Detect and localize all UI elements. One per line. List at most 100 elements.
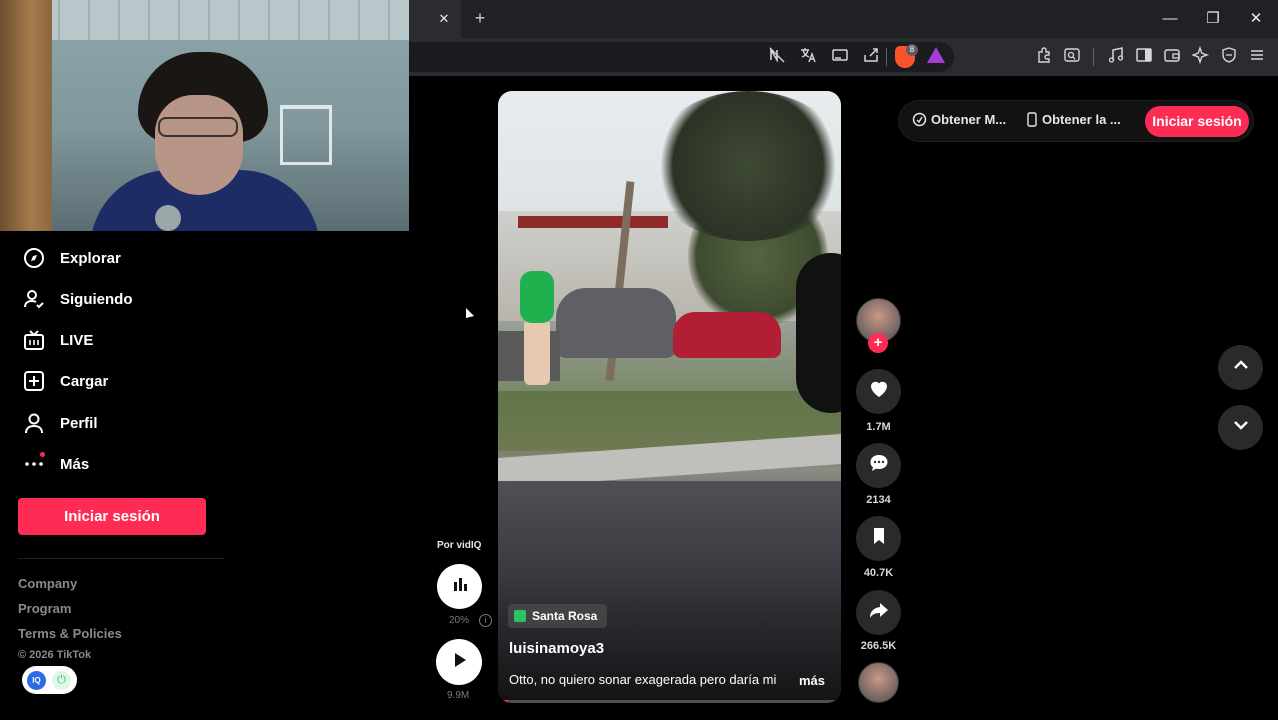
footer-link-company[interactable]: Company <box>18 576 77 591</box>
notification-dot <box>40 452 45 457</box>
shields-count-badge: 8 <box>906 44 918 56</box>
upload-plus-icon <box>22 369 46 393</box>
location-pin-icon <box>514 610 526 622</box>
info-icon[interactable]: i <box>479 614 492 627</box>
sidebar-item-cargar[interactable]: Cargar <box>22 368 108 394</box>
bar-chart-icon <box>451 575 469 598</box>
vidiq-views: 9.9M <box>447 690 470 701</box>
bookmark-icon <box>869 526 889 551</box>
sidebar-icon[interactable] <box>1133 46 1155 68</box>
play-button[interactable] <box>436 639 482 685</box>
compass-icon <box>22 246 46 270</box>
extensions-icon[interactable] <box>1033 46 1055 68</box>
chevron-down-icon <box>1232 416 1250 439</box>
next-video-button[interactable] <box>1218 405 1263 450</box>
power-icon[interactable]: ⏻ <box>52 671 71 690</box>
webcam-person-face <box>155 95 243 195</box>
close-window-icon[interactable]: ✕ <box>1244 8 1268 30</box>
save-button[interactable] <box>856 516 901 561</box>
sidebar-item-live[interactable]: LIVE <box>22 327 93 353</box>
caption-more-link[interactable]: más <box>799 673 825 688</box>
toolbar-separator <box>1093 48 1094 66</box>
minimize-icon[interactable]: — <box>1158 8 1182 30</box>
desktop-app-icon <box>912 112 927 127</box>
webcam-microphone <box>155 205 181 231</box>
like-button[interactable] <box>856 369 901 414</box>
sidebar-item-siguiendo[interactable]: Siguiendo <box>22 286 133 312</box>
vidiq-extension-icon[interactable]: IQ <box>27 671 46 690</box>
webcam-overlay <box>0 0 409 231</box>
vpn-icon[interactable] <box>1218 46 1240 68</box>
cast-icon[interactable] <box>829 46 851 68</box>
share-button[interactable] <box>856 590 901 635</box>
location-tag[interactable]: Santa Rosa <box>508 604 608 628</box>
video-player[interactable]: Santa Rosa luisinamoya3 Otto, no quiero … <box>498 91 841 703</box>
mouse-cursor-icon <box>466 308 474 326</box>
get-app-label-2: Obtener la ... <box>1042 112 1121 127</box>
video-progress-fill <box>498 700 509 703</box>
video-scene-person-legs <box>524 319 550 385</box>
sidebar-login-button[interactable]: Iniciar sesión <box>18 498 206 535</box>
reader-off-icon[interactable] <box>766 46 788 68</box>
vidiq-stats-button[interactable] <box>437 564 482 609</box>
sidebar-item-label: Perfil <box>60 414 98 432</box>
copyright-text: © 2026 TikTok <box>18 649 92 661</box>
heart-icon <box>868 378 890 405</box>
user-follow-icon <box>22 287 46 311</box>
share-icon[interactable] <box>860 46 882 68</box>
comment-icon <box>868 452 890 479</box>
sidebar-item-mas[interactable]: Más <box>22 451 89 477</box>
sidebar-item-label: Explorar <box>60 249 121 267</box>
new-tab-icon[interactable]: + <box>470 8 490 28</box>
like-count: 1.7M <box>866 421 891 433</box>
mobile-phone-icon <box>1026 112 1038 127</box>
translate-icon[interactable] <box>797 46 819 68</box>
comment-count: 2134 <box>866 494 891 506</box>
user-icon <box>22 411 46 435</box>
comment-button[interactable] <box>856 443 901 488</box>
menu-icon[interactable] <box>1246 46 1268 68</box>
browser-tab-bar <box>409 0 1278 38</box>
live-tv-icon <box>22 328 46 352</box>
video-username[interactable]: luisinamoya3 <box>509 640 604 657</box>
play-icon <box>449 650 469 675</box>
share-arrow-icon <box>868 599 890 626</box>
chevron-up-icon <box>1232 356 1250 379</box>
leo-ai-icon[interactable] <box>1190 45 1212 68</box>
wallet-icon[interactable] <box>1161 46 1183 68</box>
top-login-button[interactable]: Iniciar sesión <box>1145 106 1249 137</box>
video-progress-bar[interactable] <box>498 700 841 703</box>
sidebar-item-explorar[interactable]: Explorar <box>22 245 121 271</box>
sidebar-item-label: Más <box>60 455 90 473</box>
get-app-link-1[interactable]: Obtener M... <box>912 112 1006 127</box>
save-count: 40.7K <box>863 567 894 579</box>
footer-link-program[interactable]: Program <box>18 601 71 616</box>
sound-avatar[interactable] <box>858 662 899 703</box>
footer-link-terms[interactable]: Terms & Policies <box>18 626 122 641</box>
webcam-door <box>0 0 52 231</box>
sidebar-item-label: Cargar <box>60 372 109 390</box>
video-scene-mirror <box>796 253 841 413</box>
media-icon[interactable] <box>1105 46 1127 68</box>
sidebar-item-perfil[interactable]: Perfil <box>22 410 98 436</box>
sidebar-item-label: LIVE <box>60 331 94 349</box>
video-scene-gray-car <box>556 288 676 358</box>
follow-plus-icon[interactable]: + <box>868 333 888 353</box>
video-scene-red-car <box>673 312 781 358</box>
webcam-shelf <box>280 105 332 165</box>
get-app-link-2[interactable]: Obtener la ... <box>1026 112 1121 127</box>
webcam-person-glasses <box>158 117 238 137</box>
screenshot-icon[interactable] <box>1061 46 1083 68</box>
get-app-label-1: Obtener M... <box>931 112 1007 127</box>
brave-rewards-icon[interactable] <box>927 47 945 63</box>
sidebar-divider <box>18 558 224 559</box>
restore-icon[interactable]: ❐ <box>1201 8 1225 30</box>
location-label: Santa Rosa <box>532 609 598 623</box>
video-scene-person <box>520 271 554 323</box>
share-count: 266.5K <box>860 640 897 652</box>
vidiq-percent: 20% <box>449 615 470 626</box>
webcam-ceiling <box>0 0 409 40</box>
previous-video-button[interactable] <box>1218 345 1263 390</box>
tab-close-icon[interactable]: ✕ <box>434 9 454 29</box>
video-scene-roof <box>518 216 668 228</box>
